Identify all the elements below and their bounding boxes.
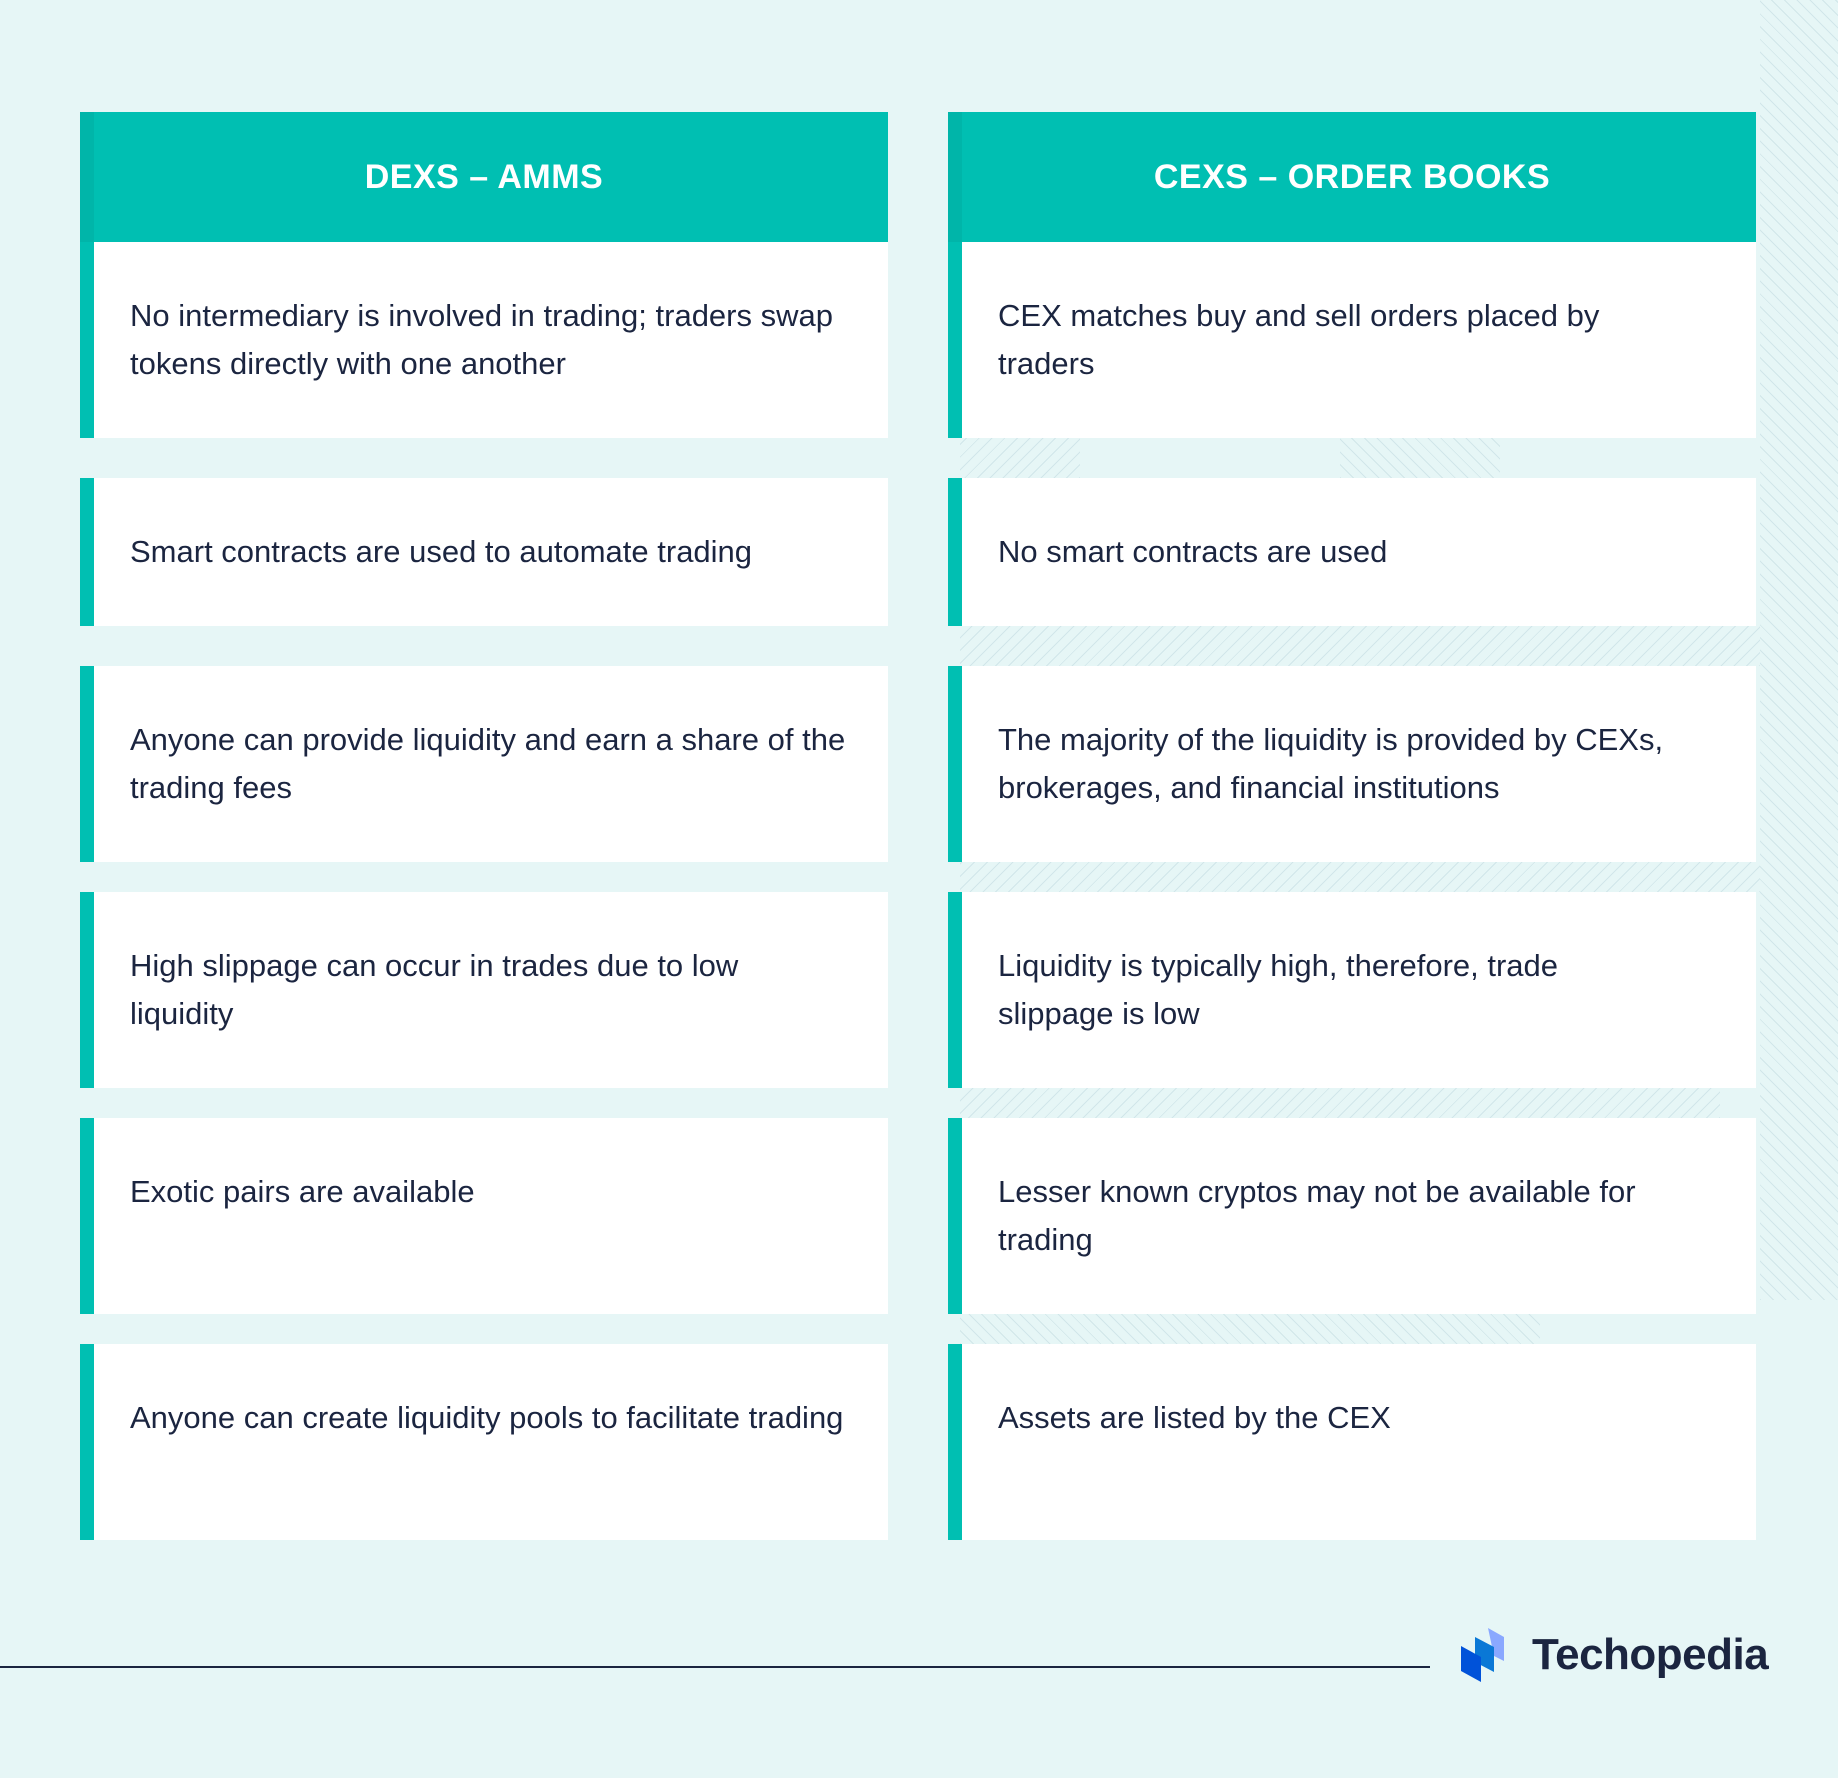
list-item: Lesser known cryptos may not be availabl… xyxy=(948,1118,1756,1314)
background-pattern xyxy=(960,1314,1540,1344)
techopedia-logo-icon xyxy=(1461,1628,1504,1682)
list-item: No smart contracts are used xyxy=(948,478,1756,626)
accent-bar xyxy=(948,1118,962,1314)
column-title: CEXS – ORDER BOOKS xyxy=(1153,157,1551,196)
column-header: CEXS – ORDER BOOKS xyxy=(948,112,1756,242)
list-item: No intermediary is involved in trading; … xyxy=(80,242,888,438)
list-item: Anyone can provide liquidity and earn a … xyxy=(80,666,888,862)
accent-bar xyxy=(80,242,94,438)
list-item: The majority of the liquidity is provide… xyxy=(948,666,1756,862)
accent-bar xyxy=(80,1344,94,1540)
list-item: Assets are listed by the CEX xyxy=(948,1344,1756,1540)
column-title: DEXS – AMMS xyxy=(364,157,604,196)
accent-bar xyxy=(948,478,962,626)
accent-bar xyxy=(80,1118,94,1314)
background-pattern xyxy=(960,438,1080,478)
accent-bar xyxy=(80,478,94,626)
accent-bar xyxy=(948,242,962,438)
background-pattern xyxy=(960,1088,1720,1118)
list-item: High slippage can occur in trades due to… xyxy=(80,892,888,1088)
column-header: DEXS – AMMS xyxy=(80,112,888,242)
accent-bar xyxy=(80,666,94,862)
list-item: Smart contracts are used to automate tra… xyxy=(80,478,888,626)
background-pattern xyxy=(960,862,1760,892)
techopedia-logo[interactable]: Techopedia xyxy=(1460,1628,1769,1682)
accent-bar xyxy=(80,892,94,1088)
list-item: Anyone can create liquidity pools to fac… xyxy=(80,1344,888,1540)
background-pattern xyxy=(1760,0,1838,1300)
footer-divider xyxy=(0,1666,1430,1668)
background-pattern xyxy=(960,626,1760,666)
list-item: CEX matches buy and sell orders placed b… xyxy=(948,242,1756,438)
accent-bar xyxy=(948,1344,962,1540)
accent-bar xyxy=(948,666,962,862)
accent-bar xyxy=(948,892,962,1088)
brand-name: Techopedia xyxy=(1532,1630,1769,1679)
background-pattern xyxy=(1340,438,1500,478)
list-item: Exotic pairs are available xyxy=(80,1118,888,1314)
list-item: Liquidity is typically high, therefore, … xyxy=(948,892,1756,1088)
